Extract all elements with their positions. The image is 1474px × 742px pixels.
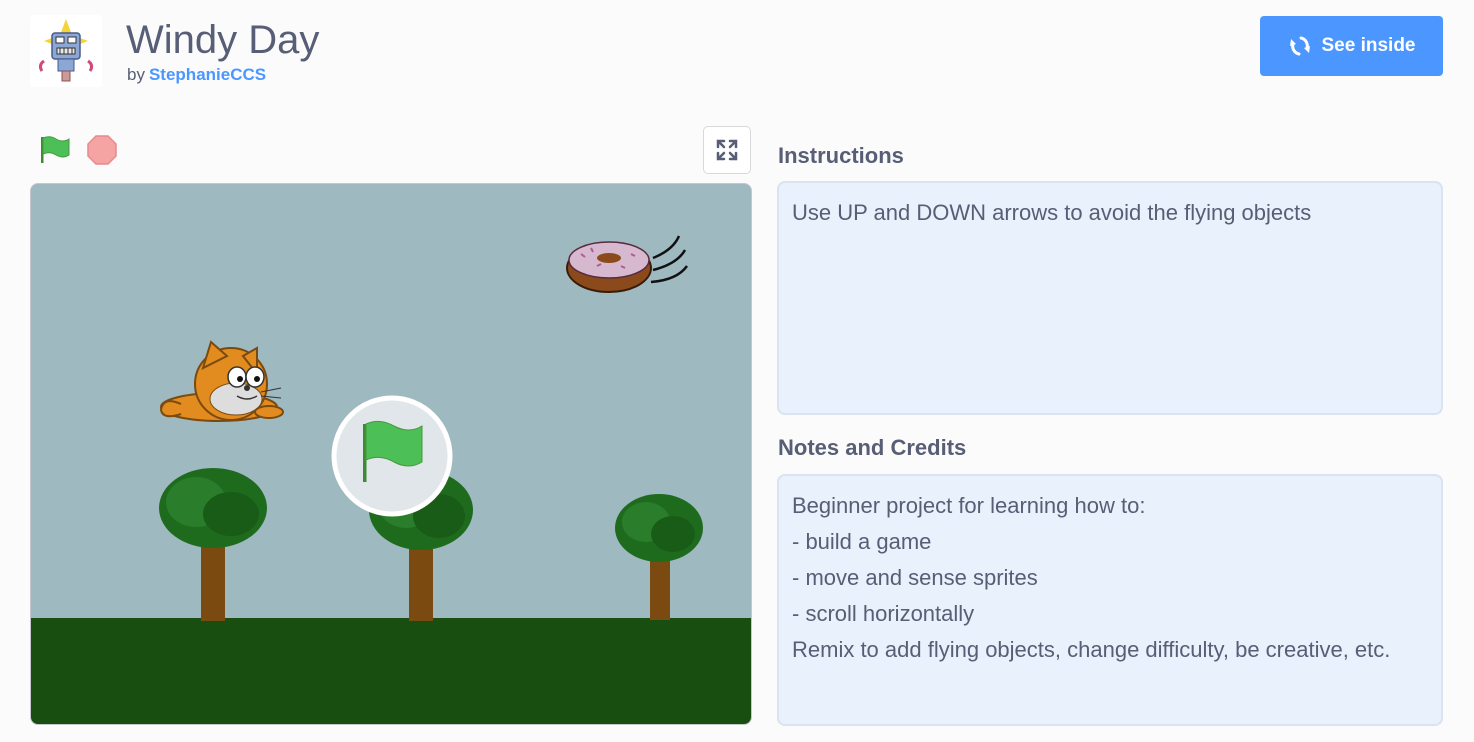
notes-box: Beginner project for learning how to: - …: [777, 474, 1443, 726]
project-title: Windy Day: [126, 18, 320, 62]
notes-line: Remix to add flying objects, change diff…: [792, 637, 1391, 662]
byline: by StephanieCCS: [127, 65, 266, 85]
notes-line: - scroll horizontally: [792, 601, 975, 626]
notes-line: Beginner project for learning how to:: [792, 493, 1146, 518]
author-avatar[interactable]: [30, 15, 102, 87]
fullscreen-button[interactable]: [703, 126, 751, 174]
robot-avatar-icon: [38, 19, 94, 82]
remix-arrows-icon: [1289, 36, 1310, 56]
green-flag-button[interactable]: [38, 134, 72, 166]
stop-button[interactable]: [86, 134, 118, 166]
instructions-heading: Instructions: [778, 143, 904, 168]
grass-ground: [31, 618, 751, 724]
notes-line: - build a game: [792, 529, 932, 554]
by-label: by: [127, 65, 145, 84]
green-flag-icon: [41, 136, 70, 163]
see-inside-button[interactable]: See inside: [1260, 16, 1443, 76]
stop-sign-icon: [87, 135, 117, 165]
instructions-text: Use UP and DOWN arrows to avoid the flyi…: [792, 200, 1312, 225]
instructions-box: Use UP and DOWN arrows to avoid the flyi…: [777, 181, 1443, 415]
stage-start-overlay[interactable]: [331, 395, 453, 517]
notes-line: - move and sense sprites: [792, 565, 1038, 590]
fullscreen-icon: [716, 139, 738, 161]
notes-heading: Notes and Credits: [778, 435, 967, 460]
author-link[interactable]: StephanieCCS: [149, 65, 266, 84]
see-inside-label: See inside: [1321, 35, 1416, 56]
project-stage[interactable]: [30, 183, 752, 725]
